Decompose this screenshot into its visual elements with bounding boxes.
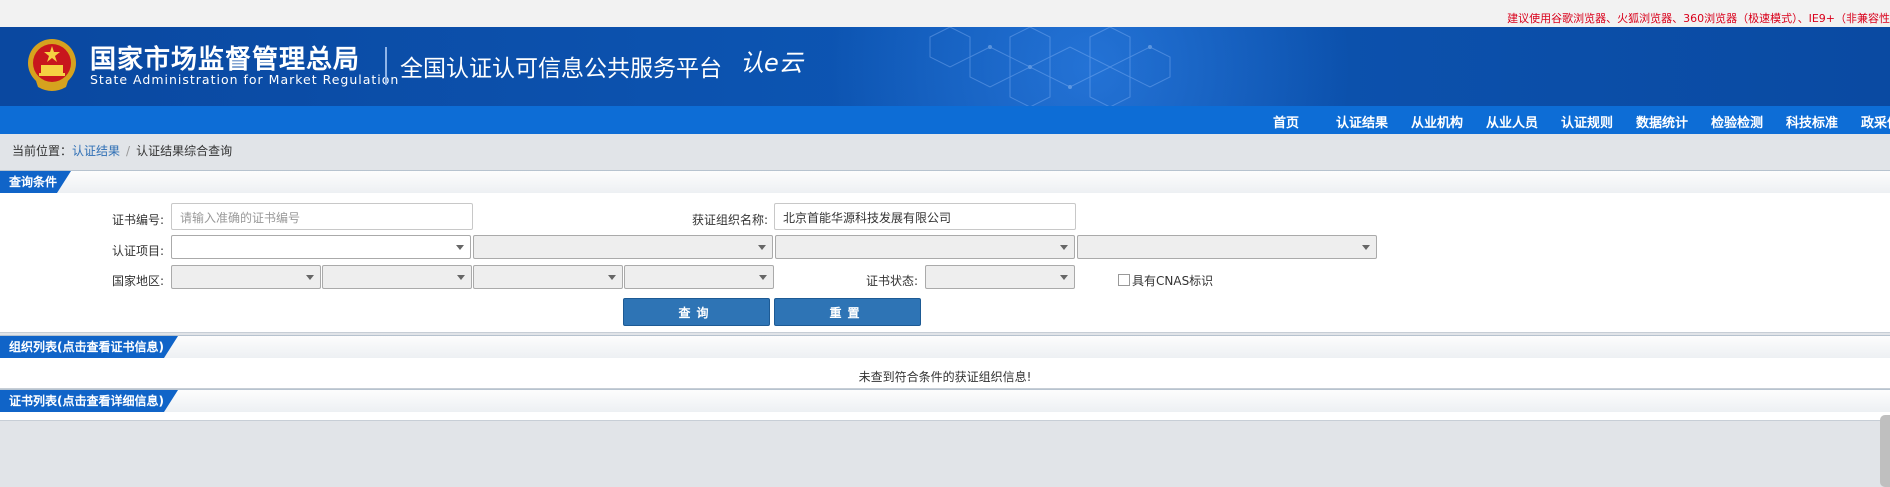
nav-item-statistics[interactable]: 数据统计 xyxy=(1636,112,1688,131)
nav-item-procurement[interactable]: 政采信 xyxy=(1861,112,1890,131)
chevron-down-icon xyxy=(1060,245,1068,250)
cert-list-section-title[interactable]: 证书列表(点击查看详细信息) xyxy=(0,390,178,412)
cert-project-select-2[interactable] xyxy=(473,235,773,259)
region-select-4[interactable] xyxy=(624,265,774,289)
nav-item-institutions[interactable]: 从业机构 xyxy=(1411,112,1463,131)
org-name-label: 获证组织名称: xyxy=(692,213,769,227)
query-section-strip xyxy=(0,171,1890,193)
breadcrumb: 当前位置：认证结果 / 认证结果综合查询 xyxy=(12,142,232,159)
nav-item-cert-rules[interactable]: 认证规则 xyxy=(1561,112,1613,131)
chevron-down-icon xyxy=(758,245,766,250)
chevron-down-icon xyxy=(1362,245,1370,250)
org-list-empty-message: 未查到符合条件的获证组织信息! xyxy=(858,370,1032,384)
chevron-down-icon xyxy=(306,275,314,280)
reset-button[interactable]: 重置 xyxy=(774,298,921,326)
query-section-title: 查询条件 xyxy=(0,171,72,193)
cert-list-section: 证书列表(点击查看详细信息) xyxy=(0,389,1890,421)
platform-logo: 认e云 xyxy=(740,49,803,77)
org-list-section-strip xyxy=(0,336,1890,358)
cert-no-input[interactable]: 请输入准确的证书编号 xyxy=(171,203,473,230)
cnas-checkbox[interactable] xyxy=(1118,274,1130,286)
chevron-down-icon xyxy=(1060,275,1068,280)
breadcrumb-current: 认证结果综合查询 xyxy=(136,144,233,158)
nav-item-inspection[interactable]: 检验检测 xyxy=(1711,112,1763,131)
cnas-checkbox-label: 具有CNAS标识 xyxy=(1132,274,1214,288)
chevron-down-icon xyxy=(457,275,465,280)
region-select-3[interactable] xyxy=(473,265,623,289)
cert-status-select[interactable] xyxy=(925,265,1075,289)
chevron-down-icon xyxy=(456,245,464,250)
region-label: 国家地区: xyxy=(112,274,165,288)
platform-title: 全国认证认可信息公共服务平台 xyxy=(400,56,722,82)
cert-status-label: 证书状态: xyxy=(866,274,919,288)
header-divider xyxy=(385,47,387,85)
region-select-1[interactable] xyxy=(171,265,321,289)
nav-item-cert-results[interactable]: 认证结果 xyxy=(1336,112,1388,131)
cert-project-select-3[interactable] xyxy=(775,235,1075,259)
breadcrumb-prefix: 当前位置： xyxy=(12,144,73,158)
org-name-input[interactable]: 北京首能华源科技发展有限公司 xyxy=(774,203,1076,230)
search-button[interactable]: 查询 xyxy=(623,298,770,326)
nav-item-home[interactable]: 首页 xyxy=(1273,112,1299,131)
main-nav: 首页 认证结果 从业机构 从业人员 认证规则 数据统计 检验检测 科技标准 政采… xyxy=(0,106,1890,134)
org-name-cn: 国家市场监督管理总局 xyxy=(90,45,361,75)
national-emblem-icon xyxy=(28,39,76,91)
cert-project-select-4[interactable] xyxy=(1077,235,1377,259)
cert-project-select-1[interactable] xyxy=(171,235,471,259)
breadcrumb-link-cert-results[interactable]: 认证结果 xyxy=(72,144,120,158)
org-name-en: State Administration for Market Regulati… xyxy=(90,72,400,87)
chevron-down-icon xyxy=(608,275,616,280)
region-select-2[interactable] xyxy=(322,265,472,289)
breadcrumb-separator: / xyxy=(126,144,131,158)
browser-recommendation-tip: 建议使用谷歌浏览器、火狐浏览器、360浏览器（极速模式）、IE9+（非兼容性 xyxy=(1507,12,1890,25)
cert-no-label: 证书编号: xyxy=(112,213,165,227)
top-notice-bar: 建议使用谷歌浏览器、火狐浏览器、360浏览器（极速模式）、IE9+（非兼容性 xyxy=(0,0,1890,27)
cert-project-label: 认证项目: xyxy=(112,244,165,258)
cert-list-section-strip xyxy=(0,390,1890,412)
chevron-down-icon xyxy=(759,275,767,280)
hexagon-decoration-icon xyxy=(929,27,1171,106)
site-header: 国家市场监督管理总局 State Administration for Mark… xyxy=(0,27,1890,106)
nav-item-standards[interactable]: 科技标准 xyxy=(1786,112,1838,131)
org-list-section-title[interactable]: 组织列表(点击查看证书信息) xyxy=(0,336,178,358)
nav-item-personnel[interactable]: 从业人员 xyxy=(1486,112,1538,131)
page-scrollbar-thumb[interactable] xyxy=(1880,415,1890,487)
cnas-checkbox-wrapper[interactable]: 具有CNAS标识 xyxy=(1118,272,1213,289)
